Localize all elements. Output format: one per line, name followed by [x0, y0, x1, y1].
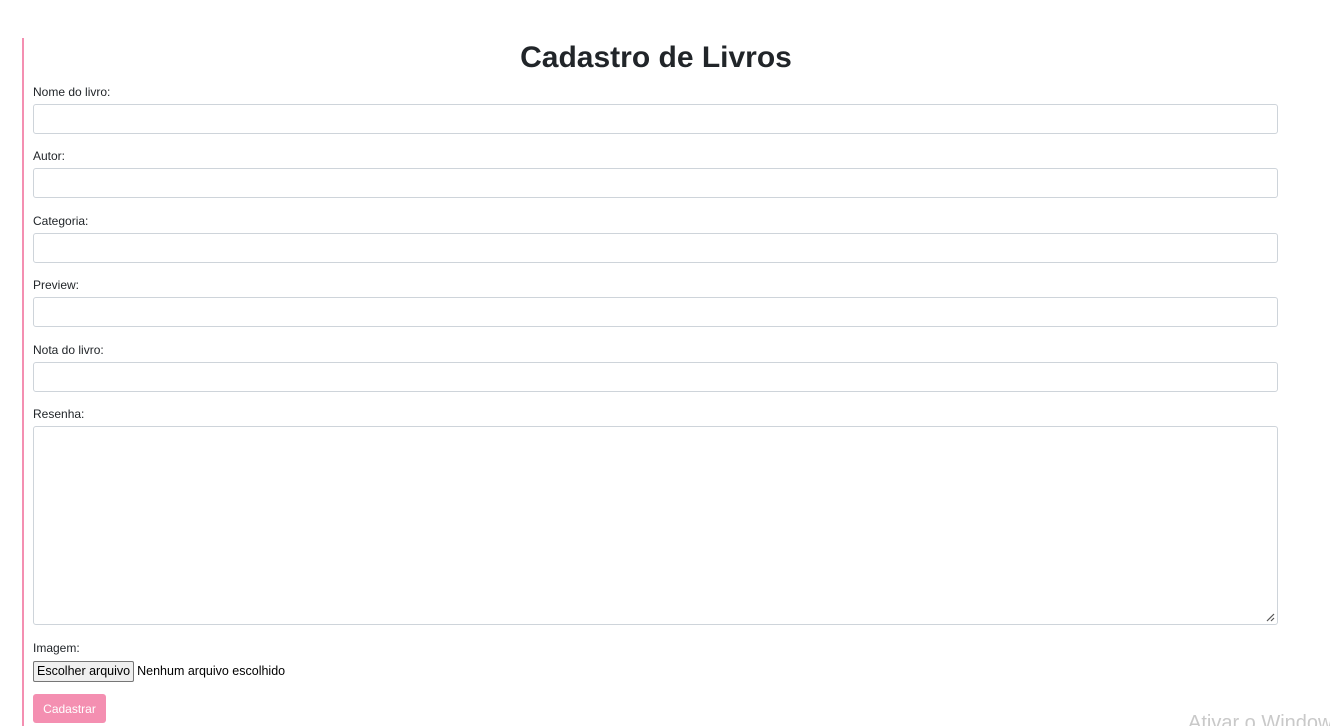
file-status-text: Nenhum arquivo escolhido [137, 664, 286, 678]
left-accent-border [22, 38, 24, 726]
review-textarea[interactable] [33, 426, 1278, 625]
image-file-picker: Escolher arquivo Nenhum arquivo escolhid… [33, 660, 285, 682]
category-label: Categoria: [33, 214, 89, 228]
book-name-label: Nome do livro: [33, 85, 111, 99]
book-registration-page: Cadastro de Livros Nome do livro: Autor:… [0, 0, 1330, 726]
activation-watermark: Ativar o Windows [1188, 712, 1330, 726]
rating-input[interactable] [33, 362, 1278, 392]
preview-input[interactable] [33, 297, 1278, 327]
book-name-input[interactable] [33, 104, 1278, 134]
page-title: Cadastro de Livros [520, 41, 792, 74]
choose-file-button[interactable]: Escolher arquivo [33, 660, 135, 682]
category-input[interactable] [33, 233, 1278, 263]
preview-label: Preview: [33, 278, 80, 292]
submit-button[interactable]: Cadastrar [33, 694, 106, 723]
author-label: Autor: [33, 149, 66, 163]
resize-grip-icon[interactable] [1265, 612, 1275, 622]
author-input[interactable] [33, 168, 1278, 198]
image-label: Imagem: [33, 641, 80, 655]
rating-label: Nota do livro: [33, 343, 104, 357]
review-label: Resenha: [33, 407, 85, 421]
